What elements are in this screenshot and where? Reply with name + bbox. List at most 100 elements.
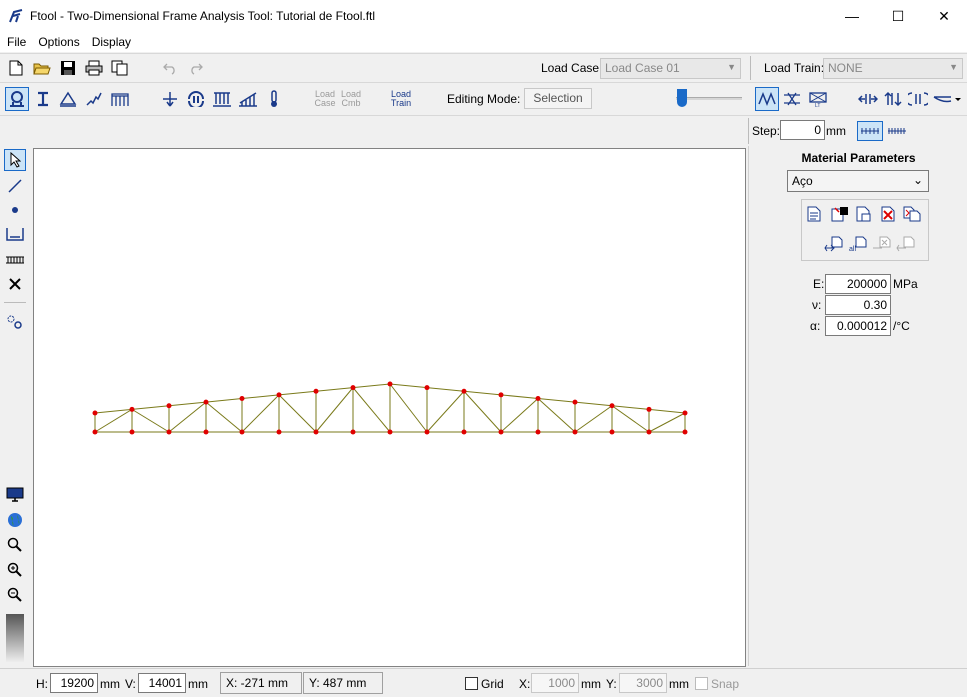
step-mode-1-icon[interactable] [857, 121, 883, 141]
truss-node[interactable] [350, 429, 356, 435]
insert-node-icon[interactable] [5, 200, 25, 220]
truss-member[interactable] [463, 390, 502, 433]
nu-input[interactable]: 0.30 [825, 295, 891, 315]
influence-lines-icon[interactable] [782, 89, 802, 109]
new-file-icon[interactable] [6, 58, 26, 78]
zoom-out-icon[interactable] [5, 585, 25, 605]
truss-node[interactable] [276, 392, 282, 398]
bending-moment-icon[interactable] [908, 89, 928, 109]
truss-member[interactable] [648, 408, 686, 414]
apply-material-icon[interactable] [824, 234, 844, 254]
print-icon[interactable] [84, 58, 104, 78]
truss-node[interactable] [498, 429, 504, 435]
edit-material-icon[interactable] [854, 204, 874, 224]
truss-node[interactable] [609, 429, 615, 435]
truss-member[interactable] [205, 398, 243, 403]
snap-checkbox[interactable] [695, 677, 708, 690]
minimize-button[interactable]: — [829, 0, 875, 32]
load-train-button[interactable]: Load Train [388, 90, 414, 108]
section-icon[interactable] [33, 89, 53, 109]
grid-checkbox[interactable] [465, 677, 478, 690]
frame-icon[interactable] [110, 89, 130, 109]
new-material-icon[interactable] [804, 204, 824, 224]
undo-icon[interactable] [160, 58, 180, 78]
delete-material-icon[interactable] [878, 204, 898, 224]
save-material-icon[interactable] [830, 204, 850, 224]
load-case-button[interactable]: Load Case [313, 90, 337, 108]
truss-node[interactable] [276, 429, 282, 435]
truss-member[interactable] [500, 398, 539, 433]
menu-options[interactable]: Options [38, 35, 79, 49]
monitor-icon[interactable] [5, 485, 25, 505]
snap-node-icon[interactable] [5, 312, 25, 332]
truss-member[interactable] [574, 401, 613, 407]
truss-member[interactable] [389, 383, 428, 389]
truss-node[interactable] [682, 410, 688, 416]
dimension-icon[interactable] [5, 224, 25, 244]
grid-x-input[interactable]: 1000 [531, 673, 579, 693]
axial-force-icon[interactable] [858, 89, 878, 109]
truss-member[interactable] [611, 405, 650, 433]
truss-member[interactable] [241, 394, 280, 399]
drawing-canvas[interactable] [33, 148, 746, 667]
point-load-icon[interactable] [160, 89, 180, 109]
truss-node[interactable] [239, 429, 245, 435]
open-folder-icon[interactable] [32, 58, 52, 78]
truss-node[interactable] [609, 403, 615, 409]
material-select[interactable]: Aço ⌄ [787, 170, 929, 192]
select-arrow-icon[interactable] [4, 149, 26, 171]
load-cmb-button[interactable]: Load Cmb [339, 90, 363, 108]
truss-node[interactable] [387, 429, 393, 435]
copy-material-icon[interactable] [902, 204, 922, 224]
truss-member[interactable] [168, 401, 207, 433]
truss-member[interactable] [389, 383, 428, 433]
truss-member[interactable] [648, 412, 686, 433]
truss-member[interactable] [278, 390, 317, 396]
grid-y-input[interactable]: 3000 [619, 673, 667, 693]
moment-load-icon[interactable] [186, 89, 206, 109]
grid-hatch-icon[interactable] [5, 250, 25, 270]
truss-node[interactable] [166, 429, 172, 435]
truss-node[interactable] [646, 429, 652, 435]
globe-icon[interactable] [5, 510, 25, 530]
close-button[interactable]: ✕ [921, 0, 967, 32]
triangle-support-icon[interactable] [58, 89, 78, 109]
step-mode-2-icon[interactable] [885, 121, 909, 141]
truss-node[interactable] [461, 388, 467, 394]
apply-all-material-icon[interactable]: all [848, 234, 868, 254]
scale-slider-thumb[interactable] [677, 89, 687, 107]
truss-member[interactable] [205, 401, 243, 433]
truss-member[interactable] [315, 387, 354, 392]
menu-file[interactable]: File [7, 35, 26, 49]
diagram-icon[interactable] [755, 87, 779, 111]
zoom-icon[interactable] [5, 535, 25, 555]
truss-member[interactable] [131, 408, 170, 433]
truss-node[interactable] [535, 429, 541, 435]
pick-material-icon[interactable] [896, 234, 916, 254]
deformed-shape-icon[interactable] [933, 89, 961, 109]
truss-node[interactable] [535, 396, 541, 401]
v-input[interactable]: 14001 [138, 673, 186, 693]
e-input[interactable]: 200000 [825, 274, 891, 294]
save-icon[interactable] [58, 58, 78, 78]
truss-member[interactable] [463, 390, 502, 396]
truss-node[interactable] [387, 381, 393, 387]
thermometer-icon[interactable] [264, 89, 284, 109]
remove-material-icon[interactable] [872, 234, 892, 254]
spring-icon[interactable] [84, 89, 104, 109]
truss-member[interactable] [426, 390, 465, 433]
step-input[interactable]: 0 [780, 120, 825, 140]
truss-node[interactable] [166, 403, 172, 409]
draw-line-icon[interactable] [5, 176, 25, 196]
maximize-button[interactable]: ☐ [875, 0, 921, 32]
truss-node[interactable] [498, 392, 504, 398]
truss-member[interactable] [611, 405, 650, 410]
h-input[interactable]: 19200 [50, 673, 98, 693]
truss-node[interactable] [313, 388, 319, 394]
truss-node[interactable] [129, 406, 135, 412]
frame-model-icon[interactable] [5, 87, 29, 111]
truss-member[interactable] [168, 401, 207, 407]
truss-node[interactable] [350, 385, 356, 391]
shear-force-icon[interactable] [883, 89, 903, 109]
truss-node[interactable] [572, 399, 578, 405]
